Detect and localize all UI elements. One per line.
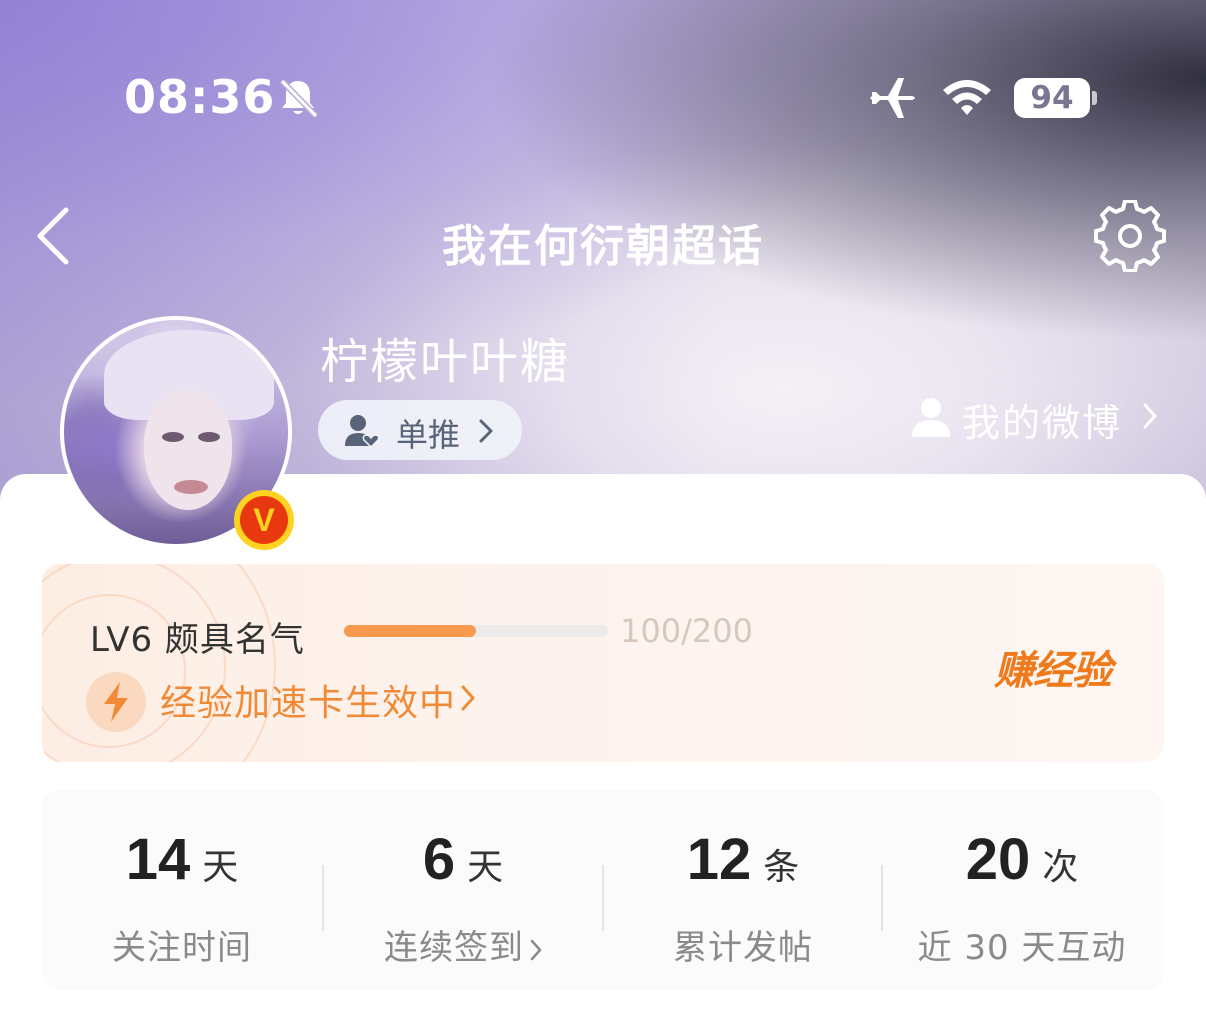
battery-icon: 94: [1014, 78, 1090, 118]
lightning-icon: [104, 682, 128, 722]
stat-total-posts: 12 条 累计发帖: [603, 790, 883, 990]
stat-unit: 天: [467, 847, 504, 888]
top-nav: 我在何衍朝超话: [0, 190, 1206, 280]
stat-value: 20 次: [882, 826, 1162, 893]
stat-unit: 条: [763, 847, 800, 888]
stat-value: 6天: [323, 826, 603, 893]
level-card[interactable]: LV6 颇具名气 100/200 经验加速卡生效中 赚经验: [42, 564, 1164, 762]
boost-icon-badge: [86, 672, 146, 732]
level-progress-fill: [344, 625, 476, 637]
stat-checkin-streak[interactable]: 6天 连续签到: [323, 790, 603, 990]
stat-unit: 次: [1042, 847, 1079, 888]
boost-card-label[interactable]: 经验加速卡生效中: [160, 674, 456, 726]
verified-badge-letter: V: [240, 496, 288, 544]
level-label: LV6 颇具名气: [90, 620, 305, 660]
battery-nub: [1092, 91, 1097, 105]
chevron-right-icon: [1143, 403, 1157, 429]
verified-badge: V: [234, 490, 294, 550]
my-weibo-label: 我的微博: [962, 401, 1123, 445]
fan-tag-chip[interactable]: 单推: [318, 400, 522, 460]
stat-label: 近 30 天互动: [917, 928, 1127, 968]
page-title: 我在何衍朝超话: [442, 221, 764, 272]
stat-unit: 天: [202, 847, 239, 888]
avatar-eye: [198, 432, 220, 442]
wifi-icon: [943, 80, 991, 115]
stats-panel: 14 天 关注时间 6天 连续签到 12 条 累计发帖 20 次 近 30 天互动: [42, 790, 1164, 990]
avatar-lips: [174, 480, 208, 494]
stat-value: 12 条: [603, 826, 883, 893]
person-heart-icon: [345, 415, 380, 448]
stat-interactions: 20 次 近 30 天互动: [882, 790, 1162, 990]
status-time: 08:36: [124, 70, 276, 124]
stat-label: 累计发帖: [673, 928, 813, 968]
stat-number: 14: [125, 827, 191, 892]
level-progress-bar: [344, 625, 608, 637]
fan-tag-label: 单推: [396, 416, 461, 454]
chevron-right-icon[interactable]: [460, 684, 476, 712]
level-progress-text: 100/200: [620, 612, 753, 650]
stat-label: 连续签到: [384, 928, 524, 968]
chevron-right-icon: [479, 419, 493, 443]
avatar-eye: [162, 432, 184, 442]
earn-exp-button[interactable]: 赚经验: [994, 638, 1112, 696]
stat-value: 14 天: [42, 826, 322, 893]
username: 柠檬叶叶糖: [320, 334, 571, 390]
chevron-right-icon: [530, 939, 542, 960]
stat-label-row: 连续签到: [323, 920, 603, 969]
status-bar: 08:36 94: [0, 0, 1206, 140]
stat-number: 20: [965, 827, 1031, 892]
settings-icon[interactable]: [1094, 200, 1166, 272]
stat-number: 12: [686, 827, 752, 892]
stat-follow-days: 14 天 关注时间: [42, 790, 322, 990]
stat-label: 关注时间: [112, 928, 252, 968]
bell-slash-icon: [279, 78, 319, 119]
person-icon: [912, 398, 950, 437]
stat-number: 6: [422, 827, 456, 892]
airplane-icon: [870, 78, 915, 118]
